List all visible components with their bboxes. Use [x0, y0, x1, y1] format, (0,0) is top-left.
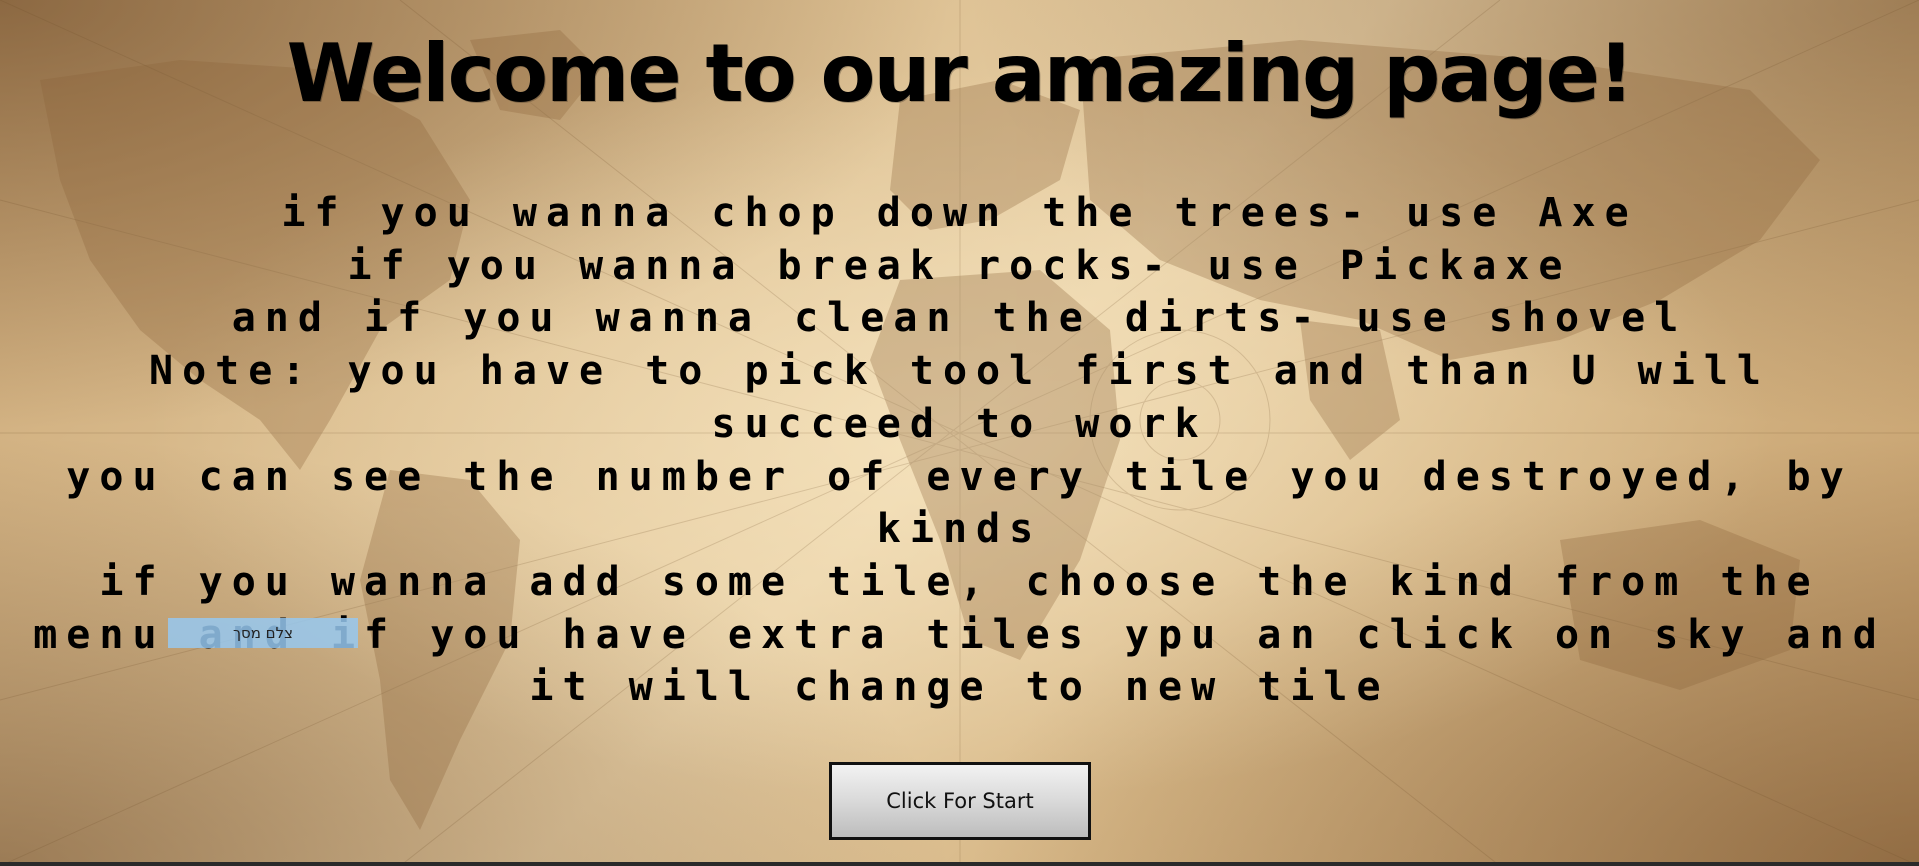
bottom-edge-bar — [0, 862, 1919, 866]
instruction-axe: if you wanna chop down the trees- use Ax… — [281, 190, 1638, 236]
instruction-note: Note: you have to pick tool first and th… — [148, 348, 1771, 447]
instruction-pickaxe: if you wanna break rocks- use Pickaxe — [347, 242, 1572, 289]
page-title: Welcome to our amazing page! — [286, 27, 1635, 120]
start-button[interactable]: Click For Start — [829, 762, 1091, 840]
instruction-shovel: and if you wanna clean the dirts- use sh… — [231, 295, 1688, 342]
screenshot-selection-tooltip: צלם מסך — [168, 618, 358, 648]
instruction-tile-count: you can see the number of every tile you… — [66, 453, 1853, 553]
